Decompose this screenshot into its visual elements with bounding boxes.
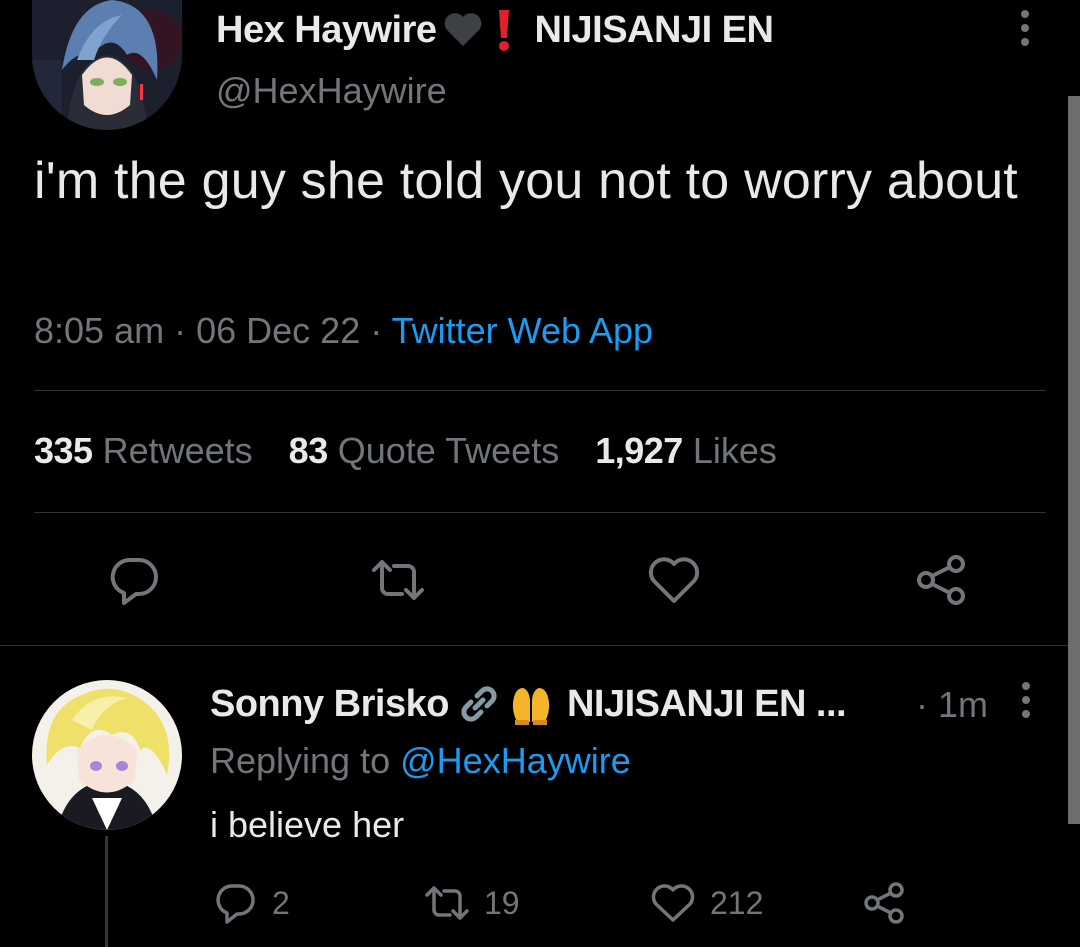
tweet-text: i'm the guy she told you not to worry ab… [34,152,1018,210]
replying-prefix: Replying to [210,740,391,781]
reply-text: i believe her [210,804,405,845]
black-heart-icon [443,12,483,48]
divider [34,512,1046,513]
tweet-meta: 8:05 am · 06 Dec 22 · Twitter Web App [34,310,653,352]
likes-stat[interactable]: 1,927 Likes [595,430,777,472]
reply-author-avatar[interactable] [32,680,182,830]
like-heart-icon [650,880,696,926]
scrollbar-thumb[interactable] [1068,96,1080,824]
quotes-label: Quote Tweets [337,430,560,471]
divider [0,645,1068,646]
tweet-source-link[interactable]: Twitter Web App [392,310,653,351]
likes-count: 1,927 [595,430,683,471]
link-icon [457,682,501,726]
share-icon [862,880,908,926]
meta-separator: · [174,310,187,351]
quotes-count: 83 [288,430,329,471]
display-name-text: Hex Haywire [216,8,437,51]
reply-reply-action[interactable]: 2 [212,880,290,926]
reply-icon[interactable] [106,552,162,608]
author-avatar[interactable] [32,0,182,130]
share-icon[interactable] [914,552,970,608]
replying-to-mention[interactable]: @HexHaywire [400,740,631,781]
meta-separator: · [370,310,383,351]
reply-like-action[interactable]: 212 [650,880,763,926]
reply-count: 2 [272,884,290,921]
retweet-icon [424,880,470,926]
like-heart-icon[interactable] [646,552,702,608]
reply-display-name-text: Sonny Brisko [210,682,449,725]
raising-hands-icon [509,682,553,726]
divider [34,390,1046,391]
author-handle[interactable]: @HexHaywire [216,70,447,112]
reply-author-display-name[interactable]: Sonny Brisko NIJISANJI EN ... [210,682,847,726]
name-truncation: ... [815,682,847,725]
retweets-stat[interactable]: 335 Retweets [34,430,253,472]
tweet-date[interactable]: 06 Dec 22 [196,310,360,351]
red-exclamation-icon [495,8,513,52]
thread-line [105,836,108,947]
more-options-icon[interactable] [1010,8,1040,48]
reply-icon [212,880,258,926]
reply-more-options-icon[interactable] [1012,680,1040,720]
retweets-count: 335 [34,430,93,471]
tweet-stats: 335 Retweets 83 Quote Tweets 1,927 Likes [34,430,813,472]
likes-label: Likes [692,430,777,471]
replying-to: Replying to @HexHaywire [210,740,631,782]
retweet-count: 19 [484,884,520,921]
reply-time[interactable]: · 1m [916,684,988,726]
retweets-label: Retweets [102,430,253,471]
retweet-icon[interactable] [370,552,426,608]
tweet-time[interactable]: 8:05 am [34,310,164,351]
reply-retweet-action[interactable]: 19 [424,880,520,926]
like-count: 212 [710,884,764,921]
reply-affiliation-text: NIJISANJI EN [566,682,806,725]
reply-share-action[interactable] [862,880,908,926]
author-display-name[interactable]: Hex Haywire NIJISANJI EN [216,8,774,52]
affiliation-text: NIJISANJI EN [534,8,774,51]
quote-tweets-stat[interactable]: 83 Quote Tweets [289,430,560,472]
